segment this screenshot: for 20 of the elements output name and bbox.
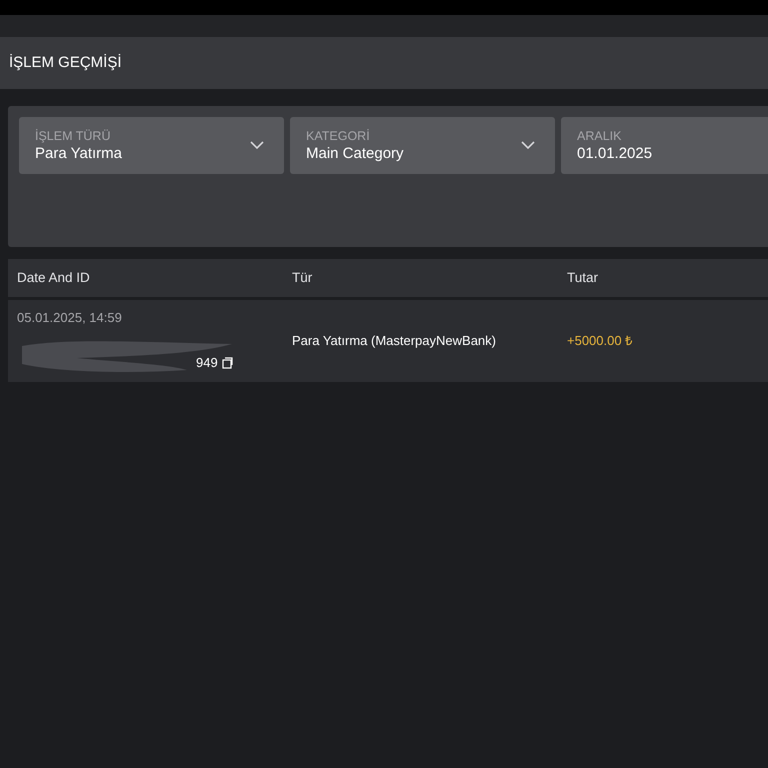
field-label: İŞLEM TÜRÜ: [35, 128, 112, 144]
column-header: Tür: [292, 268, 314, 287]
column-header: Date And ID: [16, 268, 91, 287]
chevron-down-icon: [521, 141, 535, 150]
column-header: Tutar: [567, 268, 598, 287]
transaction-type: Para Yatırma (MasterpayNewBank): [292, 332, 497, 350]
transaction-id: 949: [196, 354, 218, 372]
field-value: 01.01.2025: [577, 144, 652, 164]
field-label: ARALIK: [577, 128, 622, 144]
chevron-down-icon: [250, 141, 264, 150]
dropdown-field[interactable]: İŞLEM TÜRÜ Para Yatırma: [19, 117, 284, 174]
date-text: 05.01.2025, 14:59: [17, 309, 123, 328]
field-value: Main Category: [306, 144, 404, 164]
dropdown-field[interactable]: KATEGORİ Main Category: [290, 117, 555, 174]
copy-icon[interactable]: [222, 356, 233, 369]
field-value: Para Yatırma: [35, 144, 122, 164]
date-field[interactable]: ARALIK 01.01.2025: [561, 117, 768, 174]
field-label: KATEGORİ: [306, 128, 371, 144]
amount-text: +5000.00 ₺: [567, 332, 632, 350]
page-title: İŞLEM GEÇMİŞİ: [9, 52, 122, 73]
